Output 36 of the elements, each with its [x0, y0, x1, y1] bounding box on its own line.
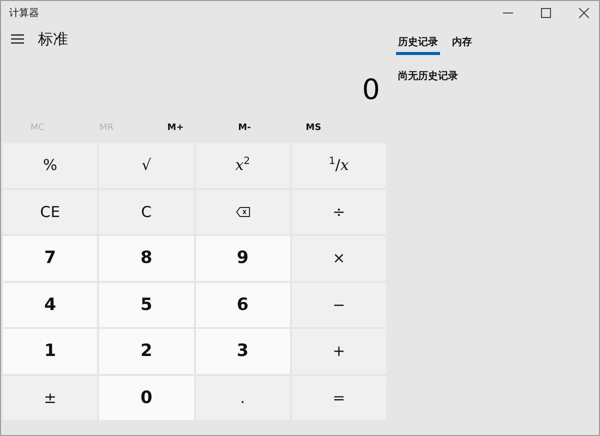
- operator-key[interactable]: =: [292, 376, 386, 420]
- digit-key[interactable]: 7: [3, 236, 98, 280]
- history-empty-message: 尚无历史记录: [398, 70, 459, 83]
- backspace-icon: [236, 206, 250, 217]
- digit-key[interactable]: 6: [196, 282, 290, 327]
- digit-key[interactable]: 1: [3, 329, 98, 374]
- digit-key[interactable]: 3: [196, 329, 290, 374]
- display-value: 0: [362, 73, 380, 107]
- operator-key[interactable]: ±: [3, 376, 98, 420]
- operator-key[interactable]: C: [99, 190, 194, 234]
- digit-key[interactable]: 5: [99, 282, 194, 327]
- memory-button[interactable]: M-: [210, 121, 279, 135]
- menu-icon[interactable]: [11, 34, 24, 44]
- digit-key[interactable]: 2: [99, 329, 194, 374]
- operator-key[interactable]: ÷: [292, 190, 386, 234]
- operator-key[interactable]: $^{1}$/x: [292, 143, 386, 188]
- operator-key[interactable]: x$^{2}$: [196, 143, 290, 188]
- close-icon[interactable]: [579, 8, 589, 18]
- maximize-icon[interactable]: [541, 8, 551, 18]
- operator-key[interactable]: %: [3, 143, 98, 188]
- operator-key[interactable]: .: [196, 376, 290, 420]
- digit-key[interactable]: 8: [99, 236, 194, 280]
- digit-key[interactable]: 9: [196, 236, 290, 280]
- digit-key[interactable]: 0: [99, 376, 194, 420]
- operator-key[interactable]: ×: [292, 236, 386, 280]
- memory-button[interactable]: MS: [279, 121, 348, 135]
- tab[interactable]: 历史记录: [396, 31, 440, 55]
- operator-key[interactable]: −: [292, 282, 386, 327]
- operator-key[interactable]: +: [292, 329, 386, 374]
- mode-title: 标准: [38, 30, 68, 48]
- operator-key[interactable]: CE: [3, 190, 98, 234]
- operator-key[interactable]: √: [99, 143, 194, 188]
- memory-button[interactable]: M+: [141, 121, 210, 135]
- window-title: 计算器: [9, 6, 39, 20]
- tab[interactable]: 内存: [450, 31, 474, 55]
- digit-key[interactable]: 4: [3, 282, 98, 327]
